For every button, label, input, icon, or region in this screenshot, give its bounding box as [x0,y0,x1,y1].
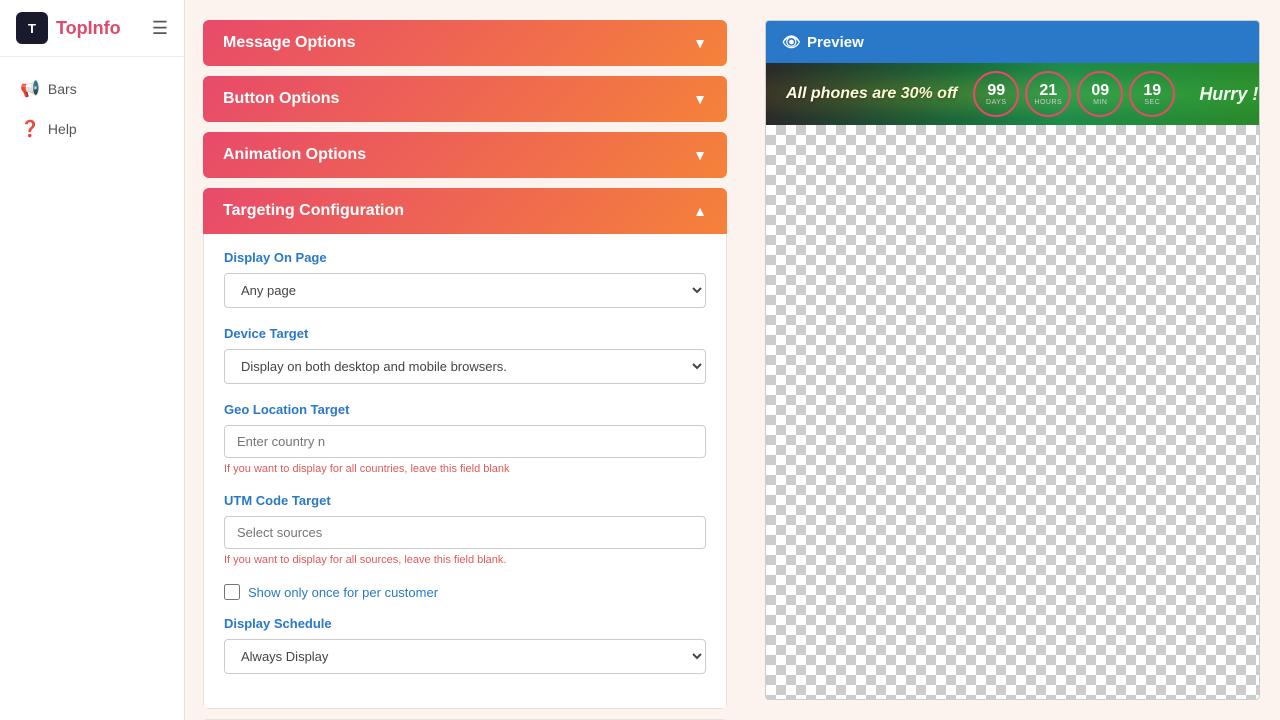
geo-location-label: Geo Location Target [224,402,706,417]
display-on-page-select[interactable]: Any page Home page Product page Cart pag… [224,273,706,308]
sidebar-item-help[interactable]: ❓ Help [0,109,184,149]
utm-code-label: UTM Code Target [224,493,706,508]
device-target-select[interactable]: Display on both desktop and mobile brows… [224,349,706,384]
utm-code-section: UTM Code Target If you want to display f… [224,493,706,566]
display-on-page-label: Display On Page [224,250,706,265]
chevron-up-icon: ▲ [693,203,707,219]
sidebar-item-bars[interactable]: 📢 Bars [0,69,184,109]
countdown-days: 99 DAYS [973,71,1019,117]
accordion-targeting-config: Targeting Configuration ▲ Display On Pag… [203,188,727,709]
accordion-button-options-header[interactable]: Button Options ▼ [203,76,727,122]
show-once-row: Show only once for per customer [224,584,706,600]
geo-location-section: Geo Location Target If you want to displ… [224,402,706,475]
accordion-message-options-header[interactable]: Message Options ▼ [203,20,727,66]
accordion-animation-options-header[interactable]: Animation Options ▼ [203,132,727,178]
countdown-mins: 09 MIN [1077,71,1123,117]
accordion-button-options-label: Button Options [223,90,339,108]
hurry-text: Hurry ! [1199,84,1258,105]
countdown-days-value: 99 [987,83,1005,99]
preview-label: Preview [807,34,864,51]
geo-location-hint: If you want to display for all countries… [224,463,706,475]
countdown-days-label: DAYS [986,99,1007,106]
sidebar-item-bars-label: Bars [48,81,77,97]
countdown-mins-label: MIN [1093,99,1107,106]
countdown-hours-label: HOURS [1034,99,1062,106]
preview-container: 👁 Preview All phones are 30% off 99 DAYS… [765,20,1260,700]
accordion-targeting-config-header[interactable]: Targeting Configuration ▲ [203,188,727,234]
display-schedule-select[interactable]: Always Display Schedule [224,639,706,674]
display-schedule-section: Display Schedule Always Display Schedule [224,616,706,674]
countdown-secs-label: SEC [1144,99,1160,106]
accordion-message-options: Message Options ▼ [203,20,727,66]
accordion-animation-options: Animation Options ▼ [203,132,727,178]
accordion-button-options: Button Options ▼ [203,76,727,122]
countdown-hours: 21 HOURS [1025,71,1071,117]
show-once-checkbox[interactable] [224,584,240,600]
geo-location-input[interactable] [224,425,706,458]
chevron-down-icon-2: ▼ [693,91,707,107]
app-name: TopInfo [56,18,121,39]
preview-bar: All phones are 30% off 99 DAYS 21 HOURS … [766,63,1259,125]
bars-icon: 📢 [20,79,40,99]
utm-code-input[interactable] [224,516,706,549]
chevron-down-icon-3: ▼ [693,147,707,163]
logo-area: T TopInfo ☰ [0,0,184,57]
utm-code-hint: If you want to display for all sources, … [224,554,706,566]
hamburger-icon[interactable]: ☰ [152,18,168,39]
display-schedule-label: Display Schedule [224,616,706,631]
display-on-page-section: Display On Page Any page Home page Produ… [224,250,706,308]
promo-text: All phones are 30% off [786,85,957,103]
show-once-label[interactable]: Show only once for per customer [248,585,438,600]
countdown-group: 99 DAYS 21 HOURS 09 MIN 19 SEC [973,71,1175,117]
countdown-mins-value: 09 [1091,83,1109,99]
chevron-down-icon: ▼ [693,35,707,51]
right-panel: 👁 Preview All phones are 30% off 99 DAYS… [745,0,1280,720]
sidebar-nav: 📢 Bars ❓ Help [0,57,184,161]
left-panel: Message Options ▼ Button Options ▼ Anima… [185,0,745,720]
countdown-hours-value: 21 [1039,83,1057,99]
sidebar: T TopInfo ☰ 📢 Bars ❓ Help [0,0,185,720]
preview-header: 👁 Preview [766,21,1259,63]
sidebar-item-help-label: Help [48,121,77,137]
device-target-section: Device Target Display on both desktop an… [224,326,706,384]
device-target-label: Device Target [224,326,706,341]
preview-checkerboard [766,125,1259,699]
accordion-targeting-config-label: Targeting Configuration [223,202,404,220]
logo-icon: T [16,12,48,44]
accordion-message-options-label: Message Options [223,34,355,52]
accordion-animation-options-label: Animation Options [223,146,366,164]
countdown-secs-value: 19 [1143,83,1161,99]
main-content: Message Options ▼ Button Options ▼ Anima… [185,0,1280,720]
eye-icon: 👁 [782,33,801,51]
help-icon: ❓ [20,119,40,139]
targeting-config-body: Display On Page Any page Home page Produ… [203,234,727,709]
countdown-secs: 19 SEC [1129,71,1175,117]
